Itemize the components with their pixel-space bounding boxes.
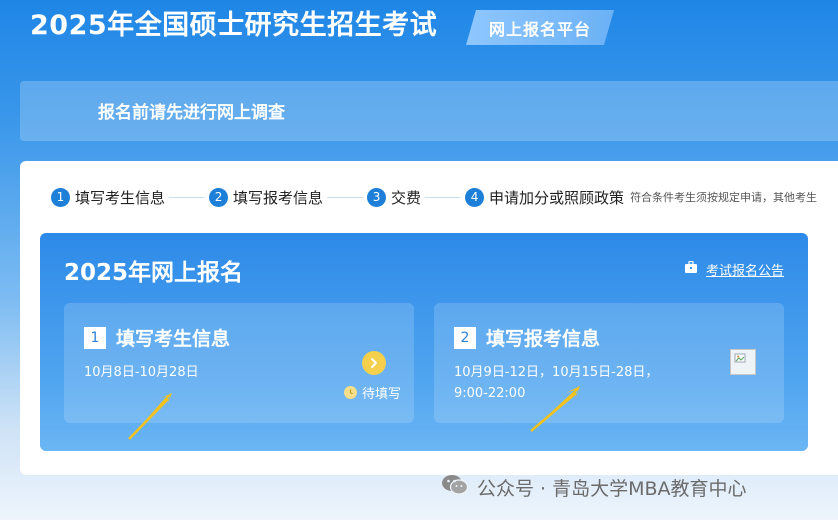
survey-banner[interactable]: 报名前请先进行网上调查	[20, 81, 838, 141]
step-1: 1 填写考生信息	[51, 187, 165, 208]
step-connector	[425, 196, 462, 198]
watermark: 公众号 · 青岛大学MBA教育中心	[441, 473, 747, 502]
step-number: 4	[465, 187, 485, 207]
page-title: 2025年全国硕士研究生招生考试	[30, 10, 438, 41]
step-label: 交费	[391, 188, 422, 207]
arrow-annotations	[128, 386, 580, 440]
step-number: 2	[209, 187, 229, 207]
survey-link[interactable]: 报名前请先进行网上调查	[98, 98, 285, 123]
registration-card: 2025年网上报名 考试报名公告 1 填写考生信息 10月8日-10月28日 待…	[40, 233, 808, 451]
steps-note: 符合条件考生须按规定申请，其他考生	[630, 191, 818, 204]
step-label: 填写考生信息	[75, 188, 166, 207]
step-number: 1	[51, 187, 70, 207]
step-connector	[327, 196, 364, 198]
progress-steps: 1 填写考生信息 2 填写报考信息 3 交费 4 申请加分或照顾政策 符合条件考…	[51, 186, 838, 208]
step-label: 填写报考信息	[233, 188, 324, 207]
step-connector	[169, 196, 206, 198]
step-label: 申请加分或照顾政策	[489, 188, 625, 207]
wechat-icon	[441, 473, 469, 502]
step-number: 3	[367, 187, 387, 207]
step-2: 2 填写报考信息	[209, 187, 323, 208]
watermark-text: 公众号 · 青岛大学MBA教育中心	[477, 478, 747, 500]
platform-badge: 网上报名平台	[466, 10, 614, 45]
step-4: 4 申请加分或照顾政策	[465, 187, 624, 208]
step-3: 3 交费	[367, 187, 421, 208]
yellow-arrow-icon	[128, 393, 172, 440]
main-panel: 1 填写考生信息 2 填写报考信息 3 交费 4 申请加分或照顾政策 符合条件考…	[20, 161, 838, 475]
yellow-arrow-icon	[530, 386, 580, 432]
